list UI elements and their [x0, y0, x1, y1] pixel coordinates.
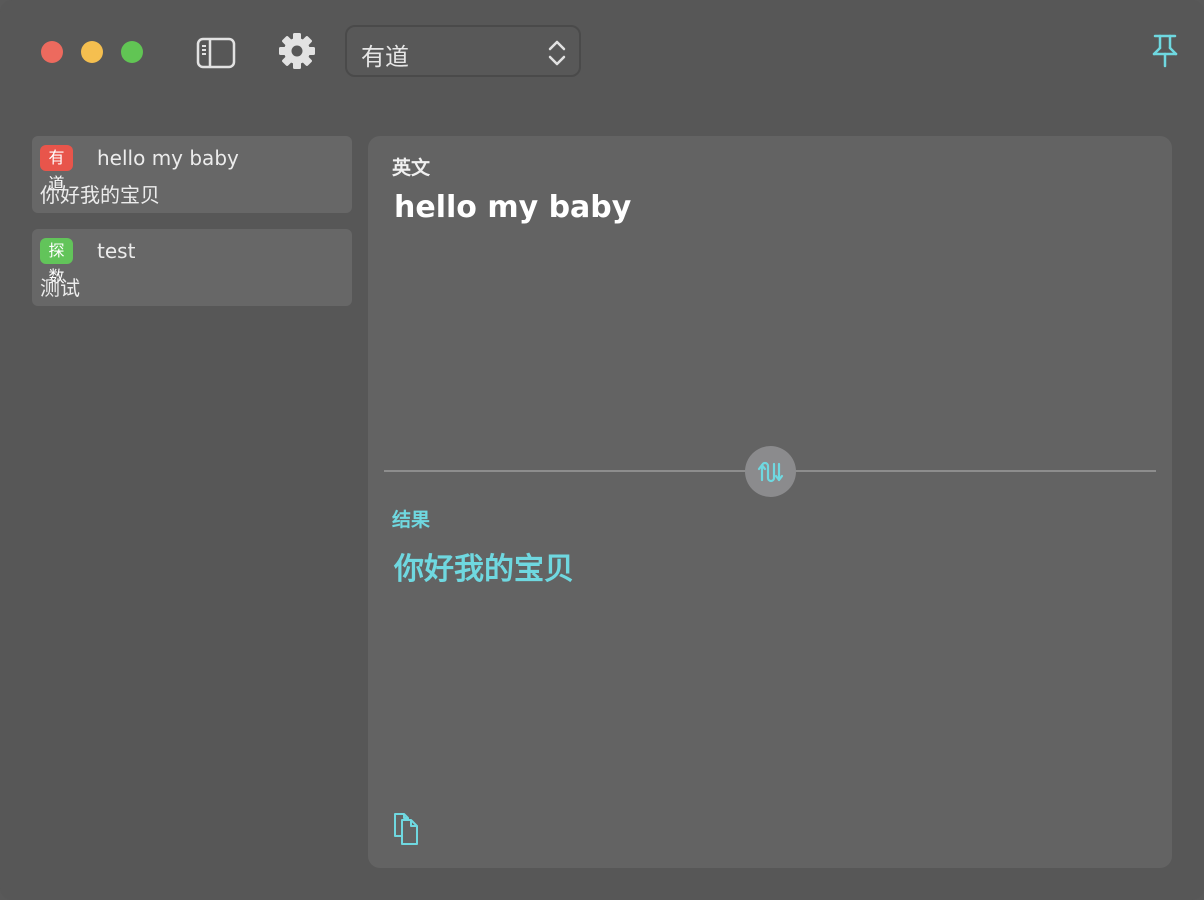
pin-button[interactable] [1150, 32, 1180, 70]
settings-button[interactable] [276, 30, 318, 72]
pin-icon [1152, 34, 1178, 68]
history-result-text: 测试 [40, 276, 80, 300]
engine-badge: 有道 [40, 145, 73, 193]
source-text-input[interactable]: hello my baby [394, 190, 631, 225]
translation-panel: 英文 hello my baby 结果 你好我的宝贝 [368, 136, 1172, 868]
engine-select[interactable]: 有道 [345, 25, 581, 77]
chevron-up-down-icon [548, 40, 566, 66]
result-label: 结果 [392, 509, 431, 531]
swap-button[interactable] [745, 446, 796, 497]
result-text: 你好我的宝贝 [394, 552, 574, 587]
history-item[interactable]: 探数 test 测试 [32, 229, 352, 306]
maximize-window-button[interactable] [121, 41, 143, 63]
history-source-text: test [97, 239, 136, 263]
swap-icon [757, 461, 783, 482]
source-language-label: 英文 [392, 157, 431, 179]
engine-badge: 探数 [40, 238, 73, 286]
sidebar-toggle-button[interactable] [194, 34, 238, 72]
copy-button[interactable] [392, 808, 424, 846]
sidebar-icon [196, 37, 236, 69]
close-window-button[interactable] [41, 41, 63, 63]
minimize-window-button[interactable] [81, 41, 103, 63]
app-window: 有道 有道 hello my baby 你好我的宝贝 探数 test 测试 英文… [0, 0, 1204, 900]
history-source-text: hello my baby [97, 146, 239, 170]
history-result-text: 你好我的宝贝 [40, 183, 160, 207]
history-item[interactable]: 有道 hello my baby 你好我的宝贝 [32, 136, 352, 213]
copy-icon [394, 813, 418, 845]
gear-icon [279, 33, 315, 69]
engine-select-value: 有道 [361, 43, 409, 71]
